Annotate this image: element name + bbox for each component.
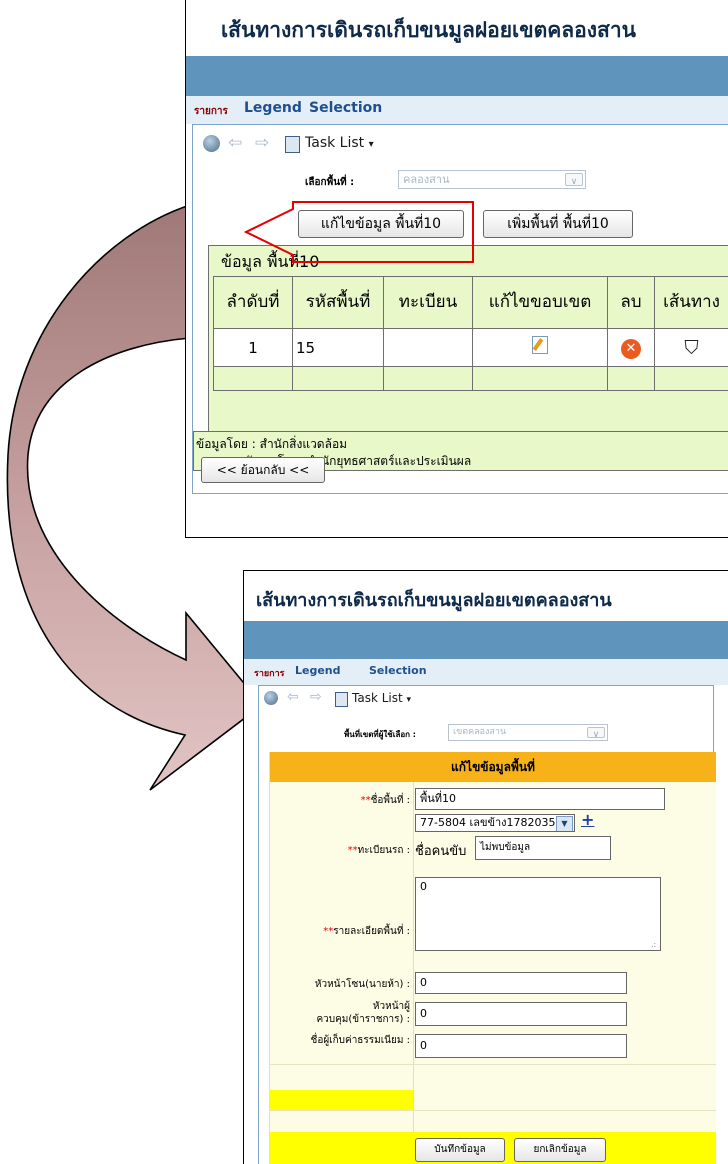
- highlight-callout: [243, 201, 474, 263]
- required-mark: **: [323, 926, 334, 937]
- area-name-label-text: ชื่อพื้นที่ :: [370, 795, 410, 806]
- row-edit-cell: [472, 328, 608, 367]
- task-list-label: Task List: [352, 691, 403, 705]
- detail-textarea[interactable]: 0: [415, 877, 661, 951]
- row-delete-cell: ✕: [607, 328, 655, 367]
- cancel-button[interactable]: ยกเลิกข้อมูล: [514, 1138, 606, 1162]
- back-button[interactable]: << ย้อนกลับ <<: [201, 457, 325, 483]
- save-button[interactable]: บันทึกข้อมูล: [415, 1138, 505, 1162]
- table-row: 1 15 ✕ ⛉: [213, 328, 728, 367]
- blank-row: [270, 1110, 716, 1133]
- collector-input[interactable]: 0: [415, 1034, 627, 1058]
- supervisor-input[interactable]: 0: [415, 1002, 627, 1026]
- row-registration: [383, 328, 473, 367]
- driver-name-input[interactable]: ไม่พบข้อมูล: [475, 836, 611, 860]
- bottom-tab-list[interactable]: รายการ: [254, 666, 285, 680]
- area-select-label: พื้นที่เขตที่ผู้ใช้เลือก :: [344, 730, 416, 739]
- plate-label-text: ทะเบียนรถ :: [357, 845, 410, 856]
- row-area-code: 15: [292, 328, 384, 367]
- driver-label: ชื่อคนขับ: [415, 844, 467, 859]
- zone-head-input[interactable]: 0: [415, 972, 627, 994]
- globe-icon[interactable]: [264, 691, 278, 705]
- dropdown-arrow-icon: ∨: [587, 727, 605, 740]
- edit-area-form: แก้ไขข้อมูลพื้นที่ **ชื่อพื้นที่ : พื้นท…: [269, 752, 716, 1164]
- bottom-tab-legend[interactable]: Legend: [295, 664, 341, 677]
- zone-head-label: หัวหน้าโซน(นายห้า) :: [314, 979, 410, 990]
- edit-pencil-icon[interactable]: [532, 336, 548, 354]
- plate-select-value: 77-5804 เลขข้าง1782035: [420, 816, 556, 829]
- required-mark: **: [360, 795, 371, 806]
- row-route-cell: ⛉: [654, 328, 728, 367]
- plate-label: **ทะเบียนรถ :: [270, 843, 413, 858]
- blank-row: [270, 1064, 716, 1087]
- bottom-title-text: เส้นทางการเดินรถเก็บขนมูลฝอยเขตคลองสาน: [256, 590, 612, 611]
- collector-label: ชื่อผู้เก็บค่าธรรมเนียม :: [310, 1035, 410, 1046]
- bottom-banner: [244, 621, 728, 659]
- area-name-label: **ชื่อพื้นที่ :: [270, 793, 413, 808]
- area-name-input[interactable]: พื้นที่10: [415, 788, 665, 810]
- form-header: แก้ไขข้อมูลพื้นที่: [270, 752, 716, 782]
- delete-x-icon[interactable]: ✕: [621, 338, 641, 359]
- chevron-down-icon: ▾: [406, 695, 412, 705]
- required-mark: **: [347, 845, 358, 856]
- supervisor-label: หัวหน้าผู้ควบคุม(ข้าราชการ) :: [316, 1001, 410, 1025]
- detail-label-text: รายละเอียดพื้นที่ :: [333, 926, 410, 937]
- yellow-row: [270, 1090, 413, 1110]
- forward-arrow-icon[interactable]: ⇨: [310, 689, 322, 705]
- add-plate-icon[interactable]: +: [581, 810, 594, 829]
- bottom-tab-bar: รายการ Legend Selection: [244, 659, 728, 685]
- route-tag-icon[interactable]: ⛉: [684, 337, 698, 359]
- row-order: 1: [213, 328, 293, 367]
- detail-label: **รายละเอียดพื้นที่ :: [270, 924, 413, 939]
- task-list-icon[interactable]: [335, 692, 348, 707]
- bottom-content-box: ⇦ ⇨ Task List ▾ พื้นที่เขตที่ผู้ใช้เลือก…: [258, 685, 716, 1164]
- area-select-value: เขตคลองสาน: [453, 727, 507, 737]
- area-select[interactable]: เขตคลองสาน ∨: [448, 724, 608, 741]
- bottom-panel: เส้นทางการเดินรถเก็บขนมูลฝอยเขตคลองสาน ร…: [243, 570, 728, 1164]
- back-arrow-icon[interactable]: ⇦: [287, 689, 299, 705]
- bottom-tab-selection[interactable]: Selection: [369, 664, 427, 677]
- bottom-page-title: เส้นทางการเดินรถเก็บขนมูลฝอยเขตคลองสาน: [244, 571, 728, 621]
- task-list-menu[interactable]: Task List ▾: [352, 691, 411, 705]
- table-empty-row: [213, 366, 728, 391]
- resize-grip-icon[interactable]: .:: [651, 940, 656, 949]
- dropdown-arrow-icon: ▼: [556, 816, 573, 831]
- plate-select[interactable]: 77-5804 เลขข้าง1782035 ▼: [415, 814, 575, 832]
